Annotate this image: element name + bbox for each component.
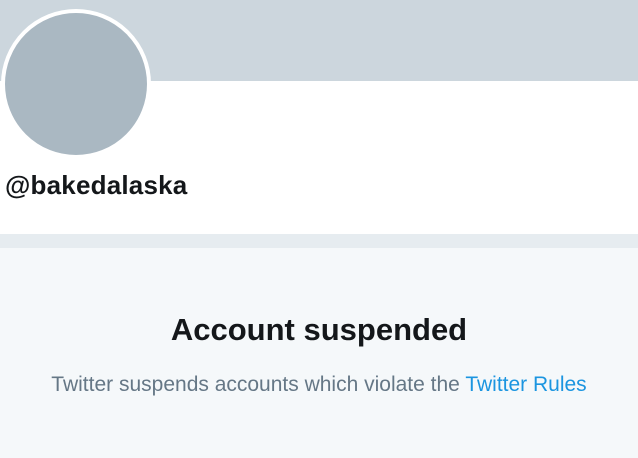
notice-message: Twitter suspends accounts which violate … — [0, 373, 638, 397]
profile-handle: @bakedalaska — [5, 170, 188, 200]
avatar — [1, 9, 151, 159]
twitter-rules-link[interactable]: Twitter Rules — [465, 373, 586, 396]
suspension-notice: Account suspended Twitter suspends accou… — [0, 248, 638, 458]
section-divider — [0, 234, 638, 248]
notice-message-text: Twitter suspends accounts which violate … — [51, 373, 466, 396]
notice-title: Account suspended — [170, 312, 468, 347]
